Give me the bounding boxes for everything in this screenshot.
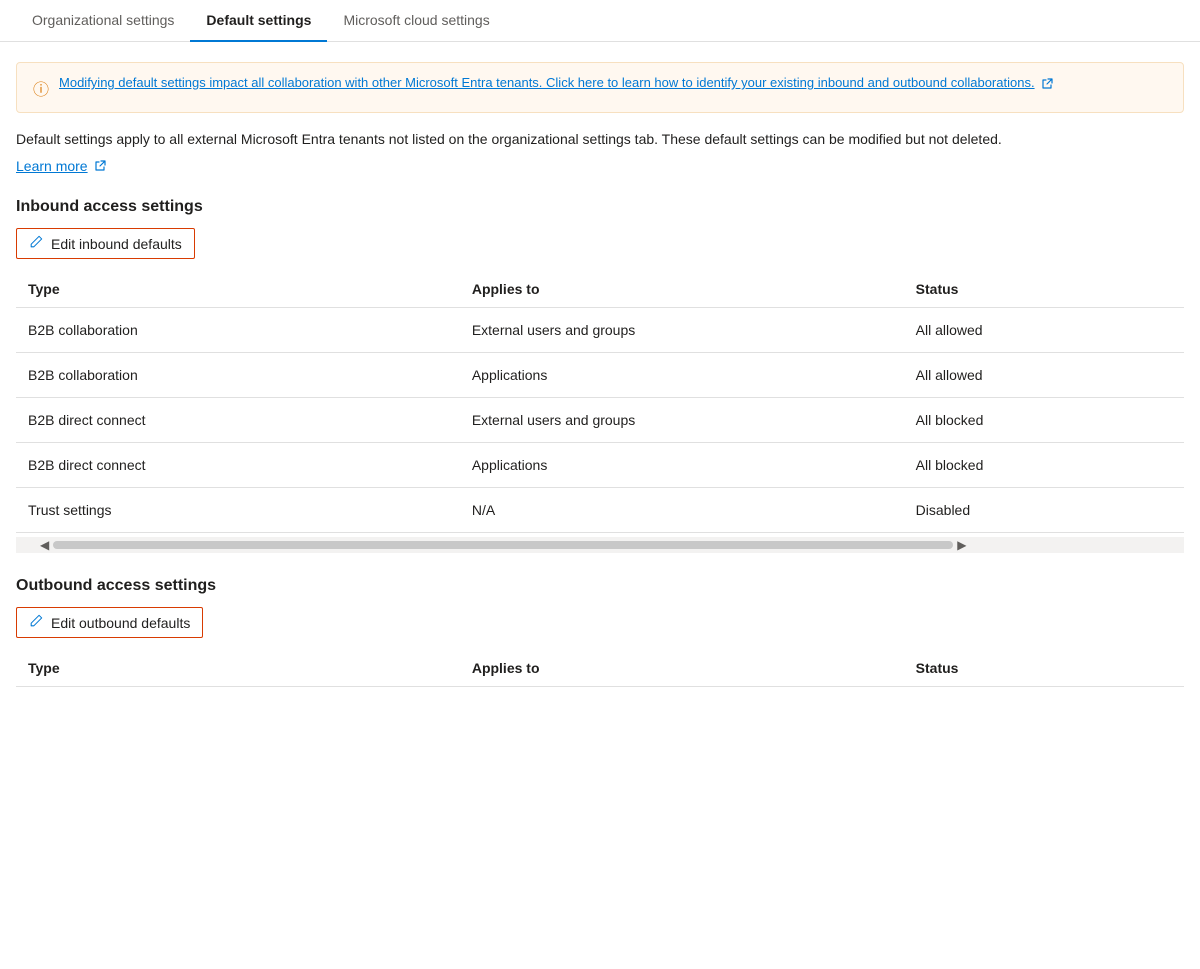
warning-text: Modifying default settings impact all co… bbox=[59, 75, 1053, 90]
outbound-col-type: Type bbox=[16, 650, 460, 687]
tabs-navigation: Organizational settings Default settings… bbox=[0, 0, 1200, 42]
description-text: Default settings apply to all external M… bbox=[16, 129, 1184, 150]
learn-more-external-icon bbox=[94, 160, 106, 172]
inbound-cell-status-1: All allowed bbox=[904, 353, 1184, 398]
outbound-section-heading: Outbound access settings bbox=[16, 577, 1184, 595]
inbound-cell-applies_to-3: Applications bbox=[460, 443, 904, 488]
warning-icon: ⓘ bbox=[33, 76, 49, 100]
inbound-cell-status-4: Disabled bbox=[904, 488, 1184, 533]
inbound-cell-applies_to-4: N/A bbox=[460, 488, 904, 533]
inbound-cell-applies_to-1: Applications bbox=[460, 353, 904, 398]
inbound-table-row: B2B direct connectExternal users and gro… bbox=[16, 398, 1184, 443]
inbound-cell-applies_to-2: External users and groups bbox=[460, 398, 904, 443]
inbound-cell-type-4: Trust settings bbox=[16, 488, 460, 533]
inbound-cell-type-3: B2B direct connect bbox=[16, 443, 460, 488]
scroll-left-arrow[interactable]: ◀ bbox=[36, 538, 53, 552]
pencil-icon-outbound bbox=[29, 614, 43, 631]
inbound-cell-type-1: B2B collaboration bbox=[16, 353, 460, 398]
inbound-cell-type-0: B2B collaboration bbox=[16, 308, 460, 353]
inbound-table-row: Trust settingsN/ADisabled bbox=[16, 488, 1184, 533]
pencil-icon-inbound bbox=[29, 235, 43, 252]
edit-inbound-label: Edit inbound defaults bbox=[51, 236, 182, 252]
warning-link[interactable]: Modifying default settings impact all co… bbox=[59, 75, 1035, 90]
inbound-section-heading: Inbound access settings bbox=[16, 198, 1184, 216]
inbound-table: Type Applies to Status B2B collaboration… bbox=[16, 271, 1184, 533]
outbound-col-status: Status bbox=[904, 650, 1184, 687]
inbound-cell-applies_to-0: External users and groups bbox=[460, 308, 904, 353]
warning-banner: ⓘ Modifying default settings impact all … bbox=[16, 62, 1184, 113]
inbound-col-applies: Applies to bbox=[460, 271, 904, 308]
outbound-col-applies: Applies to bbox=[460, 650, 904, 687]
inbound-table-container: Type Applies to Status B2B collaboration… bbox=[16, 271, 1184, 533]
external-link-icon bbox=[1041, 78, 1053, 90]
inbound-table-row: B2B collaborationApplicationsAll allowed bbox=[16, 353, 1184, 398]
outbound-table-container: Type Applies to Status bbox=[16, 650, 1184, 687]
tab-organizational[interactable]: Organizational settings bbox=[16, 0, 190, 42]
inbound-col-type: Type bbox=[16, 271, 460, 308]
inbound-table-row: B2B direct connectApplicationsAll blocke… bbox=[16, 443, 1184, 488]
inbound-scrollbar[interactable]: ◀ ▶ bbox=[16, 537, 1184, 553]
tab-default-settings[interactable]: Default settings bbox=[190, 0, 327, 42]
edit-outbound-button[interactable]: Edit outbound defaults bbox=[16, 607, 203, 638]
inbound-cell-type-2: B2B direct connect bbox=[16, 398, 460, 443]
learn-more-link[interactable]: Learn more bbox=[16, 158, 106, 174]
tab-microsoft-cloud[interactable]: Microsoft cloud settings bbox=[327, 0, 505, 42]
inbound-col-status: Status bbox=[904, 271, 1184, 308]
inbound-cell-status-3: All blocked bbox=[904, 443, 1184, 488]
scroll-thumb[interactable] bbox=[53, 541, 953, 549]
outbound-table: Type Applies to Status bbox=[16, 650, 1184, 687]
inbound-cell-status-2: All blocked bbox=[904, 398, 1184, 443]
inbound-cell-status-0: All allowed bbox=[904, 308, 1184, 353]
edit-outbound-label: Edit outbound defaults bbox=[51, 615, 190, 631]
inbound-table-row: B2B collaborationExternal users and grou… bbox=[16, 308, 1184, 353]
scroll-right-arrow[interactable]: ▶ bbox=[953, 538, 970, 552]
main-content: ⓘ Modifying default settings impact all … bbox=[0, 42, 1200, 707]
edit-inbound-button[interactable]: Edit inbound defaults bbox=[16, 228, 195, 259]
